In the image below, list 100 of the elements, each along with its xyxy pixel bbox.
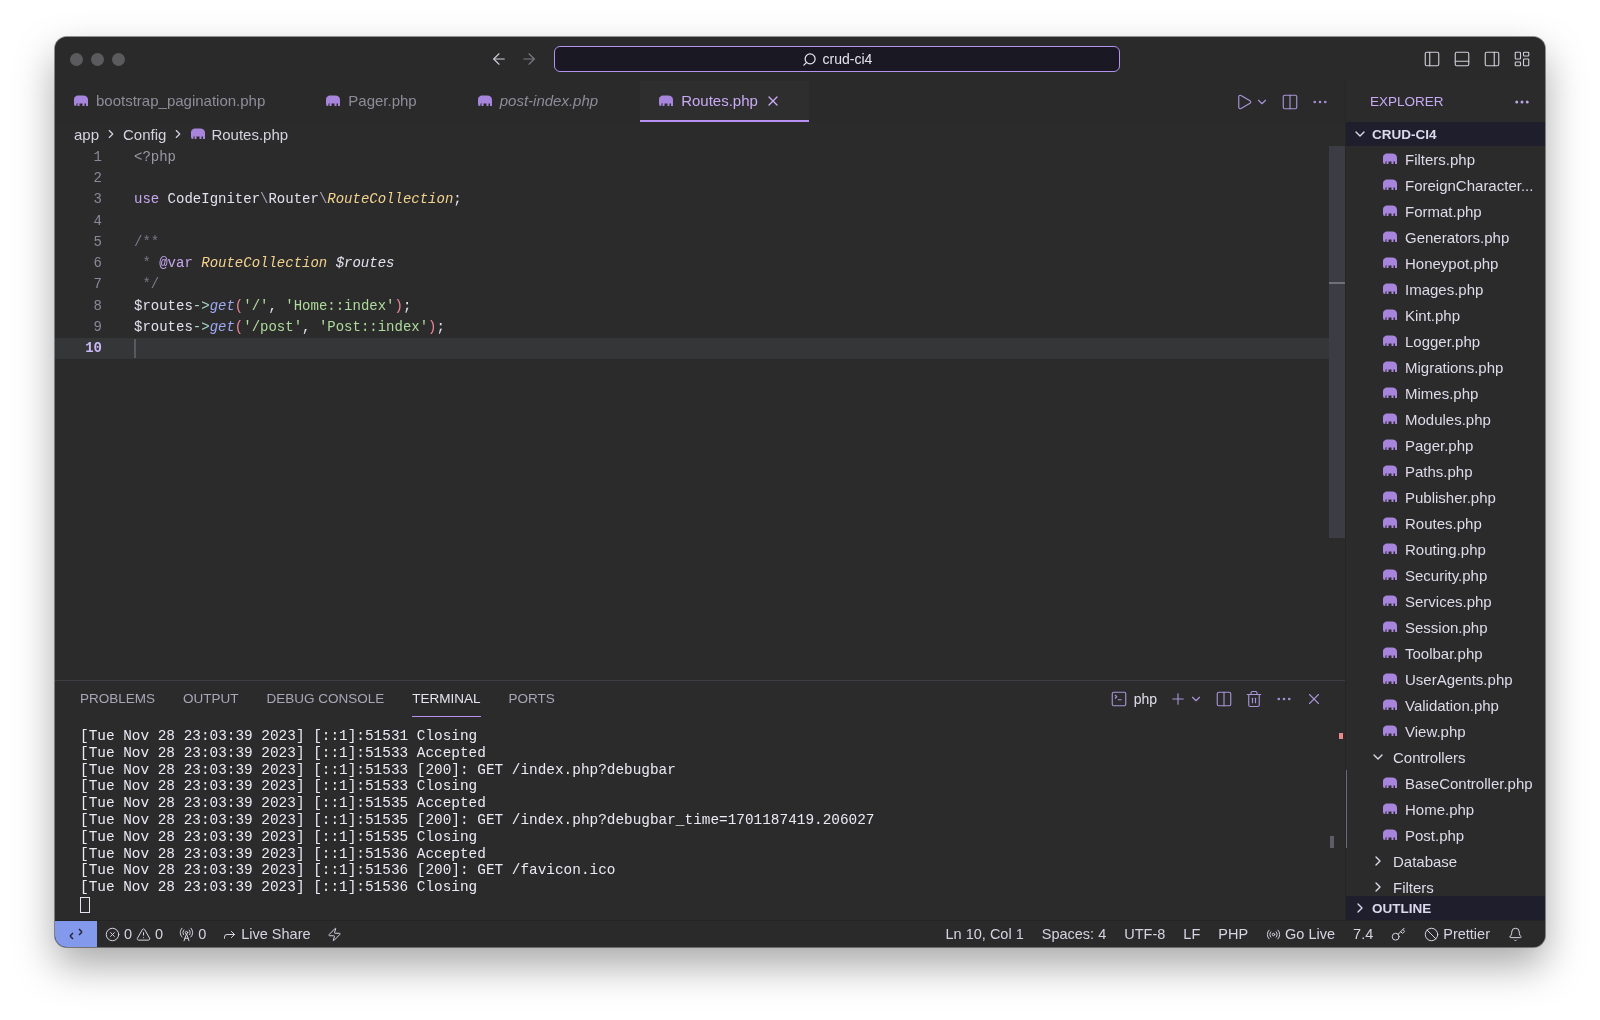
- panel-tab[interactable]: DEBUG CONSOLE: [266, 681, 385, 717]
- terminal-line: [Tue Nov 28 23:03:39 2023] [::1]:51536 [200]: GET /favicon.ico: [80, 862, 616, 880]
- elephant-icon: [1382, 309, 1398, 321]
- status-item[interactable]: UTF-8: [1116, 926, 1174, 942]
- live-share-status[interactable]: Live Share: [214, 926, 319, 942]
- file-item[interactable]: Security.php: [1346, 562, 1545, 588]
- file-item[interactable]: Filters.php: [1346, 146, 1545, 172]
- file-item[interactable]: UserAgents.php: [1346, 666, 1545, 692]
- code-line: /**: [134, 232, 160, 252]
- line-number: 7: [92, 276, 102, 293]
- split-editor-icon[interactable]: [1281, 92, 1299, 111]
- status-item[interactable]: Ln 10, Col 1: [937, 926, 1032, 942]
- elephant-icon: [1382, 595, 1398, 607]
- file-item[interactable]: Post.php: [1346, 822, 1545, 848]
- outline-header[interactable]: OUTLINE: [1346, 896, 1545, 920]
- panel-bottom-icon[interactable]: [1453, 50, 1471, 68]
- elephant-icon: [1382, 387, 1398, 399]
- panel-tab[interactable]: PORTS: [508, 681, 555, 717]
- file-item[interactable]: Session.php: [1346, 614, 1545, 640]
- panel-tab[interactable]: PROBLEMS: [80, 681, 156, 717]
- line-number: 10: [84, 340, 102, 357]
- elephant-icon: [1382, 621, 1398, 633]
- panel-left-icon[interactable]: [1423, 50, 1441, 68]
- terminal-line: [Tue Nov 28 23:03:39 2023] [::1]:51535 Accepted: [80, 795, 486, 812]
- scrollbar-thumb[interactable]: [1330, 836, 1334, 848]
- lightning-icon: [326, 926, 342, 942]
- terminal-line: [Tue Nov 28 23:03:39 2023] [::1]:51533 Accepted: [80, 744, 486, 762]
- problems-status[interactable]: 0 0: [97, 926, 172, 942]
- file-item[interactable]: View.php: [1346, 718, 1545, 744]
- play-icon[interactable]: [1235, 92, 1253, 111]
- terminal-name[interactable]: php: [1133, 691, 1157, 707]
- editor-tab[interactable]: Pager.php: [307, 81, 445, 122]
- scrollbar-thumb[interactable]: [1329, 146, 1345, 538]
- command-search-field[interactable]: crud-ci4: [554, 46, 1120, 72]
- project-folder-header[interactable]: CRUD-CI4: [1346, 122, 1545, 146]
- back-icon[interactable]: [490, 50, 508, 68]
- editor-tab[interactable]: Routes.php: [640, 81, 809, 122]
- status-item[interactable]: Spaces: 4: [1033, 926, 1115, 942]
- code-editor[interactable]: 1 <?php 2 3 use CodeIgniter\Router\RouteCollection; 4 5 /** 6 * @var RouteCollection $routes 7 */ 8 $routes->get('/', 'Home::index'); 9 $routes->get('/post', 'Post::index'); 10: [55, 146, 1345, 680]
- terminal-icon[interactable]: [1109, 690, 1128, 708]
- code-line: $routes->get('/', 'Home::index');: [134, 296, 412, 316]
- file-item[interactable]: Services.php: [1346, 588, 1545, 614]
- line-number: 4: [92, 212, 102, 229]
- go-live-status[interactable]: Go Live: [1258, 926, 1344, 942]
- panel-tab[interactable]: TERMINAL: [412, 681, 481, 717]
- file-item[interactable]: Kint.php: [1346, 302, 1545, 328]
- file-item[interactable]: Routing.php: [1346, 536, 1545, 562]
- antenna-icon: [179, 926, 195, 942]
- file-item[interactable]: Format.php: [1346, 198, 1545, 224]
- file-item[interactable]: Toolbar.php: [1346, 640, 1545, 666]
- file-item[interactable]: Honeypot.php: [1346, 250, 1545, 276]
- elephant-icon: [1382, 647, 1398, 659]
- folder-item[interactable]: Filters: [1346, 874, 1545, 896]
- status-item[interactable]: LF: [1175, 926, 1209, 942]
- trash-icon[interactable]: [1245, 690, 1263, 708]
- forward-icon[interactable]: [520, 50, 538, 68]
- ports-status[interactable]: 0: [171, 926, 215, 942]
- folder-item[interactable]: Database: [1346, 848, 1545, 874]
- file-item[interactable]: Generators.php: [1346, 224, 1545, 250]
- breadcrumb-item[interactable]: app: [74, 125, 100, 143]
- elephant-icon: [1382, 283, 1398, 295]
- breadcrumb-item[interactable]: Routes.php: [211, 125, 289, 143]
- split-terminal-icon[interactable]: [1215, 690, 1233, 708]
- line-number: 8: [92, 297, 102, 314]
- editor-tab[interactable]: bootstrap_pagination.php: [55, 81, 294, 122]
- panel-tab[interactable]: OUTPUT: [183, 681, 239, 717]
- file-item[interactable]: ForeignCharacter...: [1346, 172, 1545, 198]
- file-item[interactable]: Mimes.php: [1346, 380, 1545, 406]
- code-line: use CodeIgniter\Router\RouteCollection;: [134, 190, 462, 210]
- status-item[interactable]: PHP: [1210, 926, 1257, 942]
- elephant-icon: [1382, 439, 1398, 451]
- plus-icon[interactable]: [1169, 690, 1187, 708]
- code-line: $routes->get('/post', 'Post::index');: [134, 318, 445, 337]
- file-item[interactable]: Images.php: [1346, 276, 1545, 302]
- layout-icon[interactable]: [1513, 50, 1531, 68]
- file-item[interactable]: Logger.php: [1346, 328, 1545, 354]
- file-item[interactable]: Migrations.php: [1346, 354, 1545, 380]
- scroll-marker: [1329, 282, 1345, 284]
- file-item[interactable]: Validation.php: [1346, 692, 1545, 718]
- file-item[interactable]: Modules.php: [1346, 406, 1545, 432]
- breadcrumb-item[interactable]: Config: [123, 125, 167, 143]
- terminal-line: [Tue Nov 28 23:03:39 2023] [::1]:51535 [200]: GET /index.php?debugbar_time=1701187419.206027: [80, 812, 875, 829]
- file-item[interactable]: Home.php: [1346, 796, 1545, 822]
- prettier-status[interactable]: Prettier: [1416, 926, 1498, 942]
- file-item[interactable]: Routes.php: [1346, 510, 1545, 536]
- elephant-icon: [1382, 569, 1398, 581]
- code-line: * @var RouteCollection $routes: [141, 254, 395, 274]
- status-item[interactable]: 7.4: [1345, 926, 1382, 942]
- file-item[interactable]: Paths.php: [1346, 458, 1545, 484]
- editor-tab[interactable]: post-index.php: [458, 81, 627, 122]
- terminal-line: [Tue Nov 28 23:03:39 2023] [::1]:51536 Closing: [80, 879, 478, 896]
- folder-item[interactable]: Controllers: [1346, 744, 1545, 770]
- terminal-line: [Tue Nov 28 23:03:39 2023] [::1]:51533 Closing: [80, 778, 478, 796]
- line-number: 1: [92, 148, 102, 165]
- prohibited-icon: [1424, 926, 1440, 942]
- file-item[interactable]: Pager.php: [1346, 432, 1545, 458]
- key-icon: [1391, 926, 1407, 942]
- file-item[interactable]: Publisher.php: [1346, 484, 1545, 510]
- file-item[interactable]: BaseController.php: [1346, 770, 1545, 796]
- panel-right-icon[interactable]: [1483, 50, 1501, 68]
